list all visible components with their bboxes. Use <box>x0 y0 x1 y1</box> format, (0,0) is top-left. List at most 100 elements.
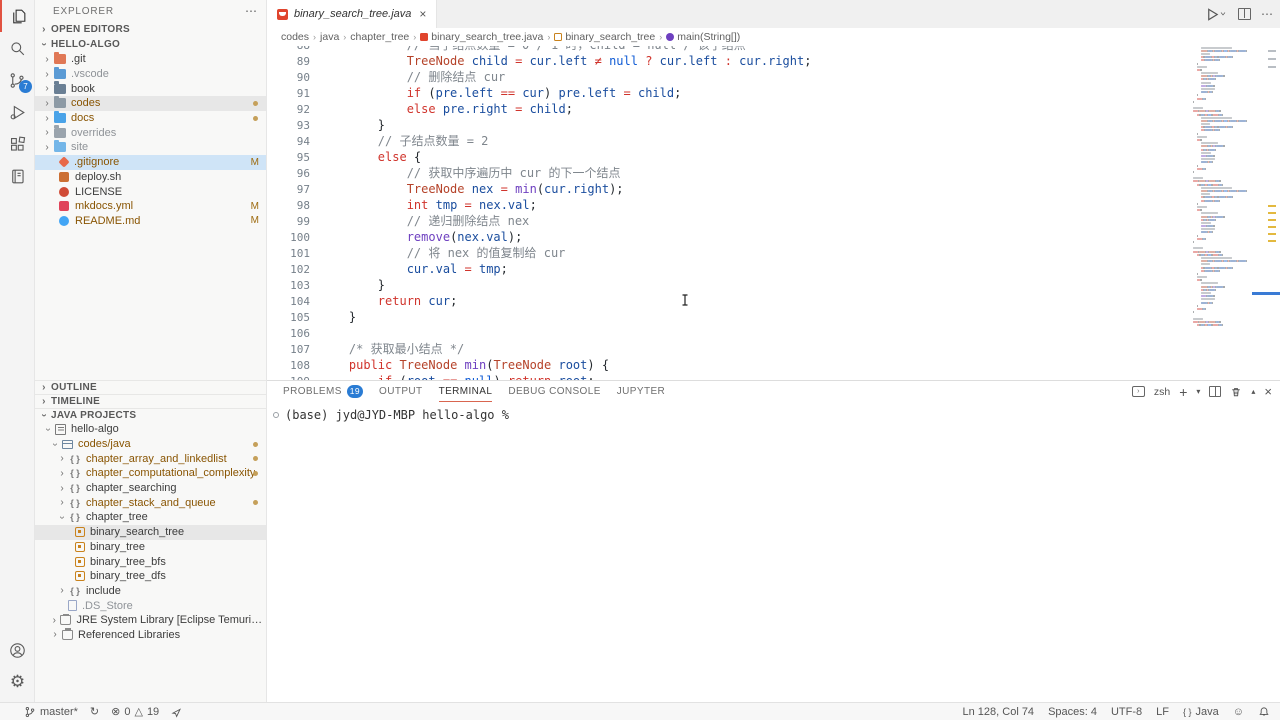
language-label: Java <box>1196 706 1219 718</box>
code-text: } <box>320 117 385 133</box>
git-branch-indicator[interactable]: master* <box>24 706 78 718</box>
java-project-item-binary_search_tree[interactable]: binary_search_tree <box>35 525 266 540</box>
kill-terminal-icon[interactable] <box>1230 386 1242 398</box>
java-project-item-include[interactable]: ›{ }include <box>35 584 266 599</box>
open-editors-section[interactable]: › OPEN EDITORS <box>35 22 266 37</box>
run-button[interactable] <box>1205 7 1228 22</box>
code-line-107: 107 /* 获取最小结点 */ <box>267 341 1185 357</box>
panel-tab-terminal[interactable]: TERMINAL <box>439 381 493 402</box>
explorer-item-license[interactable]: LICENSE <box>35 184 266 199</box>
notifications-bell-icon[interactable] <box>1258 706 1270 718</box>
timeline-section[interactable]: › TIMELINE <box>35 394 266 408</box>
sidebar-title: EXPLORER <box>53 6 114 17</box>
rocket-icon <box>171 706 183 718</box>
item-label: LICENSE <box>75 186 122 198</box>
outline-section[interactable]: › OUTLINE <box>35 380 266 394</box>
line-number: 100 <box>267 231 310 244</box>
cursor-position[interactable]: Ln 128, Col 74 <box>963 706 1035 718</box>
tab-binary-search-tree[interactable]: binary_search_tree.java × <box>267 0 437 28</box>
tab-close-icon[interactable]: × <box>419 7 426 21</box>
java-project-item-chapter_searching[interactable]: ›{ }chapter_searching <box>35 481 266 496</box>
breadcrumb-item[interactable]: codes <box>281 31 309 43</box>
java-project-item-chapter_array_and_linkedlist[interactable]: ›{ }chapter_array_and_linkedlist <box>35 451 266 466</box>
explorer-item-deploy.sh[interactable]: deploy.sh <box>35 170 266 185</box>
java-project-item-ds_store[interactable]: .DS_Store <box>35 598 266 613</box>
java-project-item-referenced[interactable]: ›Referenced Libraries <box>35 628 266 643</box>
terminal-shell-label[interactable]: zsh <box>1154 386 1170 398</box>
java-projects-section[interactable]: › JAVA PROJECTS <box>35 408 266 422</box>
java-project-item-chapter_stack_and_queue[interactable]: ›{ }chapter_stack_and_queue <box>35 495 266 510</box>
java-project-item-hello-algo[interactable]: ›hello-algo <box>35 422 266 437</box>
extensions-icon[interactable] <box>0 128 35 160</box>
panel-tab-problems[interactable]: PROBLEMS19 <box>283 381 363 402</box>
language-mode[interactable]: { } Java <box>1183 706 1219 718</box>
java-project-item-binary_tree[interactable]: binary_tree <box>35 540 266 555</box>
breadcrumb-item[interactable]: binary_search_tree.java <box>420 31 543 43</box>
java-runtime-button[interactable] <box>171 706 183 718</box>
maximize-panel-icon[interactable]: ▴ <box>1251 387 1255 396</box>
search-icon[interactable] <box>0 32 35 64</box>
code-text: // 子结点数量 = 2 <box>320 133 488 149</box>
eol-indicator[interactable]: LF <box>1156 706 1169 718</box>
item-label: README.md <box>75 215 140 227</box>
code-editor[interactable]: 88 // 当子结点数量 = 0 / 1 时，child = null / 该子… <box>267 46 1185 380</box>
problems-indicator[interactable]: ⊗ 0 △ 19 <box>111 705 159 718</box>
encoding-indicator[interactable]: UTF-8 <box>1111 706 1142 718</box>
panel-tab-output[interactable]: OUTPUT <box>379 381 423 402</box>
java-project-item-chapter_tree[interactable]: ›{ }chapter_tree <box>35 510 266 525</box>
run-debug-icon[interactable] <box>0 96 35 128</box>
explorer-item-git[interactable]: ›.git <box>35 52 266 67</box>
indentation-indicator[interactable]: Spaces: 4 <box>1048 706 1097 718</box>
code-line-88: 88 // 当子结点数量 = 0 / 1 时，child = null / 该子… <box>267 46 1185 53</box>
explorer-item-mkdocs.yml[interactable]: mkdocs.ymlM <box>35 199 266 214</box>
explorer-item-gitignore[interactable]: .gitignoreM <box>35 155 266 170</box>
sync-changes-button[interactable]: ↻ <box>90 705 99 718</box>
close-panel-icon[interactable]: × <box>1264 384 1272 399</box>
terminal-dropdown-icon[interactable]: ▾ <box>1196 387 1200 396</box>
source-control-icon[interactable]: 7 <box>0 64 35 96</box>
activity-bar: 7 ⚙ <box>0 0 35 702</box>
code-line-98: 98 int tmp = nex.val; <box>267 197 1185 213</box>
notebook-icon[interactable] <box>0 160 35 192</box>
project-root-row[interactable]: › HELLO-ALGO <box>35 37 266 52</box>
java-project-item-binary_tree_dfs[interactable]: binary_tree_dfs <box>35 569 266 584</box>
item-label: binary_search_tree <box>90 526 184 538</box>
line-number: 89 <box>267 55 310 68</box>
item-label: .gitignore <box>74 156 119 168</box>
command-decoration-icon <box>273 412 279 418</box>
code-line-102: 102 cur.val = tmp; <box>267 261 1185 277</box>
code-text: // 当子结点数量 = 0 / 1 时，child = null / 该子结点 <box>320 46 746 53</box>
terminal[interactable]: (base) jyd@JYD-MBP hello-algo % <box>273 408 509 422</box>
line-number: 107 <box>267 343 310 356</box>
java-project-item-codes/java[interactable]: ›codes/java <box>35 437 266 452</box>
settings-gear-icon[interactable]: ⚙ <box>0 666 35 698</box>
java-project-item-binary_tree_bfs[interactable]: binary_tree_bfs <box>35 554 266 569</box>
explorer-item-site[interactable]: ›site <box>35 140 266 155</box>
code-text: /* 获取最小结点 */ <box>320 341 464 357</box>
explorer-item-vscode[interactable]: ›.vscode <box>35 67 266 82</box>
explorer-item-codes[interactable]: ›codes <box>35 96 266 111</box>
breadcrumb-item[interactable]: java <box>320 31 339 43</box>
explorer-item-readme.md[interactable]: README.mdM <box>35 214 266 229</box>
breadcrumb-item[interactable]: binary_search_tree <box>554 31 655 43</box>
explorer-item-book[interactable]: ›book <box>35 81 266 96</box>
line-number: 108 <box>267 359 310 372</box>
feedback-smiley-icon[interactable]: ☺ <box>1233 706 1244 718</box>
explorer-more-actions-icon[interactable]: ⋯ <box>245 4 258 18</box>
split-terminal-icon[interactable] <box>1209 386 1221 397</box>
split-editor-icon[interactable] <box>1238 8 1251 20</box>
java-project-item-jre[interactable]: ›JRE System Library [Eclipse Temurin 17 … <box>35 613 266 628</box>
panel-tab-debug-console[interactable]: DEBUG CONSOLE <box>508 381 600 402</box>
panel-tab-jupyter[interactable]: JUPYTER <box>617 381 665 402</box>
breadcrumb-item[interactable]: chapter_tree <box>350 31 409 43</box>
explorer-icon[interactable] <box>0 0 35 32</box>
accounts-icon[interactable] <box>0 634 35 666</box>
editor-more-actions-icon[interactable]: ⋯ <box>1261 7 1274 21</box>
breadcrumb-label: binary_search_tree.java <box>431 31 543 43</box>
java-project-item-chapter_computational_complexity[interactable]: ›{ }chapter_computational_complexity <box>35 466 266 481</box>
explorer-item-docs[interactable]: ›docs <box>35 111 266 126</box>
warning-count: 19 <box>147 706 159 718</box>
new-terminal-icon[interactable]: + <box>1179 384 1187 400</box>
breadcrumb-item[interactable]: main(String[]) <box>666 31 740 43</box>
explorer-item-overrides[interactable]: ›overrides <box>35 125 266 140</box>
